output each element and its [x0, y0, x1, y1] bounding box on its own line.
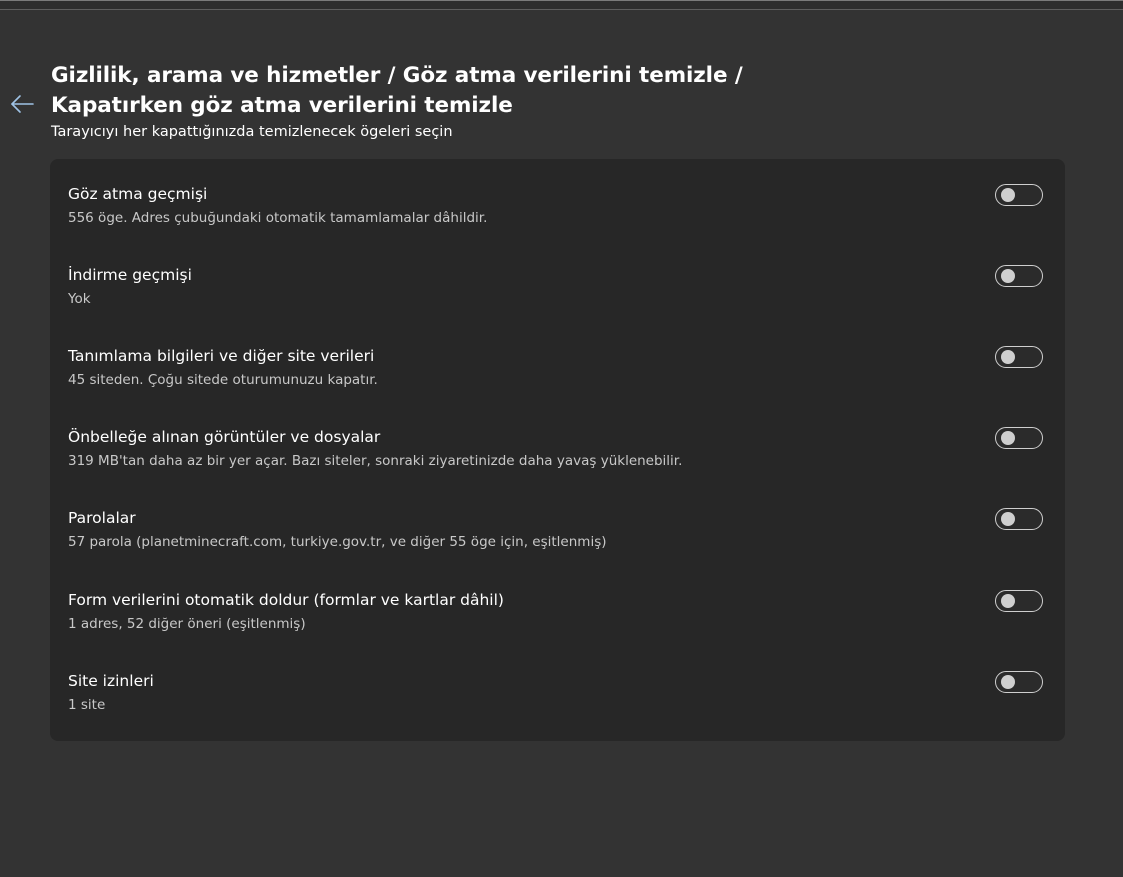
arrow-left-icon	[9, 91, 35, 117]
option-title: Göz atma geçmişi	[68, 185, 208, 203]
toggle-knob	[1001, 188, 1015, 202]
option-title: Tanımlama bilgileri ve diğer site verile…	[68, 347, 375, 365]
option-description: 1 site	[68, 697, 106, 713]
browsing-history-toggle[interactable]	[995, 184, 1043, 206]
toggle-knob	[1001, 594, 1015, 608]
breadcrumb-line-1: Gizlilik, arama ve hizmetler / Göz atma …	[51, 63, 743, 88]
breadcrumb-line-2: Kapatırken göz atma verilerini temizle	[51, 93, 513, 118]
option-browsing-history: Göz atma geçmişi 556 öge. Adres çubuğund…	[68, 184, 1048, 244]
option-passwords: Parolalar 57 parola (planetminecraft.com…	[68, 508, 1048, 568]
toggle-knob	[1001, 431, 1015, 445]
autofill-toggle[interactable]	[995, 590, 1043, 612]
cookies-toggle[interactable]	[995, 346, 1043, 368]
option-cached-files: Önbelleğe alınan görüntüler ve dosyalar …	[68, 427, 1048, 487]
option-description: 556 öge. Adres çubuğundaki otomatik tama…	[68, 210, 488, 226]
top-strip	[0, 1, 1123, 10]
option-description: 45 siteden. Çoğu sitede oturumunuzu kapa…	[68, 372, 378, 388]
page-subtitle: Tarayıcıyı her kapattığınızda temizlenec…	[51, 124, 453, 140]
option-site-permissions: Site izinleri 1 site	[68, 671, 1048, 731]
back-button[interactable]	[9, 91, 35, 117]
option-title: Site izinleri	[68, 672, 154, 690]
passwords-toggle[interactable]	[995, 508, 1043, 530]
toggle-knob	[1001, 269, 1015, 283]
option-title: Parolalar	[68, 509, 136, 527]
option-title: Önbelleğe alınan görüntüler ve dosyalar	[68, 428, 381, 446]
download-history-toggle[interactable]	[995, 265, 1043, 287]
toggle-knob	[1001, 675, 1015, 689]
page-title: Gizlilik, arama ve hizmetler / Göz atma …	[51, 61, 771, 121]
option-autofill: Form verilerini otomatik doldur (formlar…	[68, 590, 1048, 650]
option-description: 319 MB'tan daha az bir yer açar. Bazı si…	[68, 453, 683, 469]
toggle-knob	[1001, 512, 1015, 526]
page-header: Gizlilik, arama ve hizmetler / Göz atma …	[51, 61, 771, 141]
toggle-knob	[1001, 350, 1015, 364]
settings-page: Gizlilik, arama ve hizmetler / Göz atma …	[0, 0, 1123, 877]
option-cookies: Tanımlama bilgileri ve diğer site verile…	[68, 346, 1048, 406]
cached-files-toggle[interactable]	[995, 427, 1043, 449]
site-permissions-toggle[interactable]	[995, 671, 1043, 693]
option-title: İndirme geçmişi	[68, 266, 192, 284]
option-description: 57 parola (planetminecraft.com, turkiye.…	[68, 534, 607, 550]
option-description: Yok	[68, 291, 91, 307]
option-description: 1 adres, 52 diğer öneri (eşitlenmiş)	[68, 616, 306, 632]
options-card: Göz atma geçmişi 556 öge. Adres çubuğund…	[50, 159, 1065, 741]
option-title: Form verilerini otomatik doldur (formlar…	[68, 591, 504, 609]
option-download-history: İndirme geçmişi Yok	[68, 265, 1048, 325]
